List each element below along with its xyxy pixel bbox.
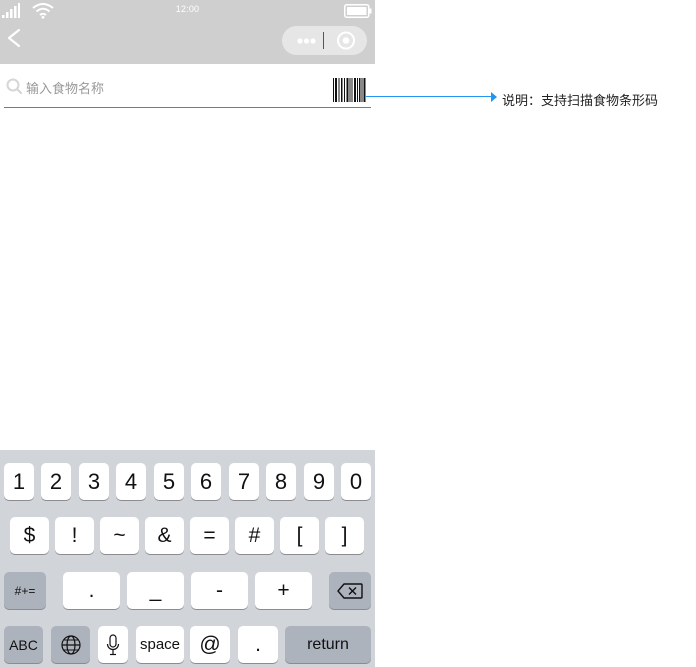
- key-label: ABC: [9, 636, 38, 653]
- symbol-mode-key[interactable]: #+=: [4, 572, 46, 609]
- key-4[interactable]: 4: [116, 463, 146, 500]
- dictation-key[interactable]: [98, 626, 128, 663]
- key-equals[interactable]: =: [190, 517, 229, 554]
- key-0[interactable]: 0: [341, 463, 371, 500]
- key-hyphen[interactable]: -: [191, 572, 248, 609]
- key-label: +: [277, 578, 290, 602]
- annotation-connector: [366, 96, 492, 97]
- language-switch-key[interactable]: [51, 626, 90, 663]
- key-label: #: [248, 523, 261, 547]
- close-mini-program-button[interactable]: [332, 26, 362, 55]
- key-label: ]: [341, 523, 348, 547]
- key-8[interactable]: 8: [266, 463, 296, 500]
- key-label: 8: [274, 468, 288, 494]
- key-6[interactable]: 6: [191, 463, 221, 500]
- key-label: 1: [12, 468, 26, 494]
- key-dot[interactable]: .: [238, 626, 278, 663]
- key-label: 9: [312, 468, 326, 494]
- backspace-key[interactable]: [329, 572, 371, 609]
- status-time: 12:00: [175, 4, 200, 14]
- key-label: 2: [49, 468, 63, 494]
- more-button[interactable]: [290, 26, 322, 55]
- key-right-bracket[interactable]: ]: [325, 517, 364, 554]
- key-label: 4: [124, 468, 138, 494]
- key-label: $: [23, 523, 36, 547]
- key-5[interactable]: 5: [154, 463, 184, 500]
- key-label: 0: [349, 468, 363, 494]
- key-hash[interactable]: #: [235, 517, 274, 554]
- mini-program-capsule: [282, 26, 367, 55]
- search-underline: [4, 107, 371, 108]
- key-label: .: [88, 578, 95, 602]
- globe-icon: [60, 634, 81, 655]
- food-search-input[interactable]: [26, 78, 326, 98]
- key-label: _: [149, 578, 162, 602]
- battery-icon: [344, 4, 372, 18]
- key-1[interactable]: 1: [4, 463, 34, 500]
- key-label: 6: [199, 468, 213, 494]
- key-label: &: [157, 523, 172, 547]
- key-period[interactable]: .: [63, 572, 120, 609]
- more-dots-icon: [297, 38, 316, 44]
- key-at[interactable]: @: [190, 626, 230, 663]
- key-label: ~: [113, 523, 126, 547]
- key-label: [: [296, 523, 303, 547]
- phone-screen: 12:00 输入食物名称 1 2 3 4 5 6 7 8 9 0 $ ! ~ &…: [0, 0, 375, 667]
- search-icon: [6, 78, 22, 94]
- key-3[interactable]: 3: [79, 463, 109, 500]
- key-label: .: [255, 632, 261, 656]
- key-label: !: [71, 523, 78, 547]
- key-label: return: [307, 635, 349, 653]
- close-circle-icon: [337, 31, 355, 50]
- key-label: #+=: [14, 583, 36, 598]
- key-label: 3: [87, 468, 101, 494]
- backspace-icon: [337, 582, 363, 599]
- key-label: =: [203, 523, 216, 547]
- key-label: @: [199, 632, 221, 656]
- key-dollar[interactable]: $: [10, 517, 49, 554]
- annotation-note: 说明：支持扫描食物条形码: [502, 93, 659, 108]
- space-key[interactable]: space: [136, 626, 184, 663]
- capsule-divider: [323, 32, 324, 49]
- key-label: -: [216, 578, 223, 602]
- key-tilde[interactable]: ~: [100, 517, 139, 554]
- keyboard: 1 2 3 4 5 6 7 8 9 0 $ ! ~ & = # [ ] #+= …: [0, 450, 375, 667]
- key-left-bracket[interactable]: [: [280, 517, 319, 554]
- annotation-arrow-icon: [491, 92, 497, 102]
- key-label: 7: [237, 468, 251, 494]
- key-9[interactable]: 9: [304, 463, 334, 500]
- abc-mode-key[interactable]: ABC: [4, 626, 43, 663]
- back-button[interactable]: [4, 26, 24, 50]
- barcode-icon[interactable]: [333, 78, 366, 102]
- key-label: 5: [162, 468, 176, 494]
- key-label: space: [139, 636, 181, 653]
- key-underscore[interactable]: _: [127, 572, 184, 609]
- key-7[interactable]: 7: [229, 463, 259, 500]
- return-key[interactable]: return: [285, 626, 371, 663]
- back-arrow-icon: [7, 28, 21, 48]
- key-plus[interactable]: +: [255, 572, 312, 609]
- key-exclamation[interactable]: !: [55, 517, 94, 554]
- microphone-icon: [106, 633, 120, 655]
- key-ampersand[interactable]: &: [145, 517, 184, 554]
- navigation-bar: 12:00: [0, 0, 375, 64]
- key-2[interactable]: 2: [41, 463, 71, 500]
